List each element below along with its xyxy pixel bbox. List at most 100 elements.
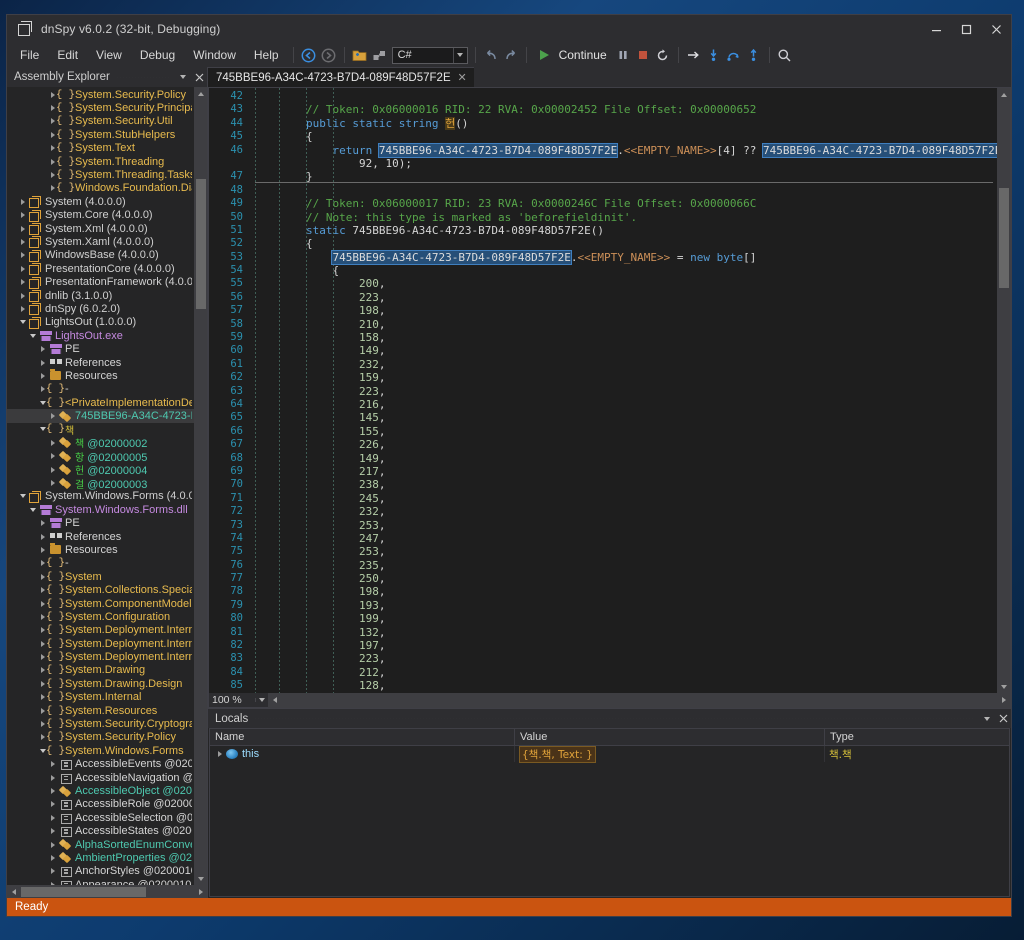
tree-expand-closed-icon[interactable]	[47, 440, 58, 446]
tree-expand-closed-icon[interactable]	[37, 346, 48, 352]
menu-view[interactable]: View	[87, 45, 131, 65]
chevron-down-icon[interactable]	[175, 68, 191, 86]
tree-expand-open-icon[interactable]	[27, 508, 38, 512]
locals-cell-type[interactable]: 책.책	[825, 746, 1009, 762]
tree-expand-closed-icon[interactable]	[47, 788, 58, 794]
tree-expand-closed-icon[interactable]	[17, 212, 28, 218]
tree-item[interactable]: { }System	[7, 570, 194, 583]
editor-scroll-thumb[interactable]	[999, 188, 1009, 288]
tree-expand-closed-icon[interactable]	[17, 306, 28, 312]
tree-expand-closed-icon[interactable]	[47, 480, 58, 486]
chevron-down-icon[interactable]	[979, 710, 995, 728]
tree-item[interactable]: PE	[7, 342, 194, 355]
tree-item[interactable]: System.Xml (4.0.0.0)	[7, 222, 194, 235]
step-into-icon[interactable]	[704, 45, 724, 65]
tree-item[interactable]: WindowsBase (4.0.0.0)	[7, 249, 194, 262]
scroll-right-icon[interactable]	[194, 885, 207, 898]
tree-expand-open-icon[interactable]	[27, 334, 38, 338]
tree-item[interactable]: { }System.Security.Policy	[7, 88, 194, 101]
zoom-level[interactable]: 100 %	[209, 694, 255, 706]
close-icon[interactable]	[191, 68, 207, 86]
navigate-forward-icon[interactable]	[319, 45, 339, 65]
scroll-left-icon[interactable]	[7, 885, 20, 898]
tree-item[interactable]: AlphaSortedEnumConver	[7, 838, 194, 851]
tree-expand-closed-icon[interactable]	[17, 293, 28, 299]
tree-item[interactable]: { }System.Deployment.Internal.I	[7, 637, 194, 650]
tree-item[interactable]: AccessibleSelection @020	[7, 811, 194, 824]
tree-item[interactable]: System.Core (4.0.0.0)	[7, 209, 194, 222]
tree-expand-closed-icon[interactable]	[47, 761, 58, 767]
tree-item[interactable]: System.Windows.Forms.dll	[7, 503, 194, 516]
menu-edit[interactable]: Edit	[48, 45, 87, 65]
tree-expand-closed-icon[interactable]	[47, 467, 58, 473]
tree-expand-closed-icon[interactable]	[47, 828, 58, 834]
tree-expand-closed-icon[interactable]	[47, 868, 58, 874]
tree-expand-closed-icon[interactable]	[17, 239, 28, 245]
open-file-icon[interactable]	[350, 45, 370, 65]
column-header-type[interactable]: Type	[825, 729, 1009, 745]
tree-expand-closed-icon[interactable]	[47, 775, 58, 781]
editor-tab[interactable]: 745BBE96-A34C-4723-B7D4-089F48D57F2E ✕	[208, 67, 474, 87]
maximize-button[interactable]	[951, 15, 981, 43]
scroll-left-icon[interactable]	[268, 694, 281, 707]
scroll-down-icon[interactable]	[997, 680, 1010, 693]
tree-expand-closed-icon[interactable]	[37, 373, 48, 379]
redo-icon[interactable]	[501, 45, 521, 65]
assembly-tree[interactable]: { }System.Security.Policy { }System.Secur…	[7, 87, 194, 885]
editor-vertical-scrollbar[interactable]	[997, 88, 1010, 693]
scroll-right-icon[interactable]	[997, 694, 1010, 707]
tree-item[interactable]: { }System.Security.Util	[7, 115, 194, 128]
tree-expand-closed-icon[interactable]	[47, 413, 58, 419]
close-icon[interactable]	[995, 710, 1011, 728]
step-continue-icon[interactable]	[684, 45, 704, 65]
tree-item[interactable]: { }책	[7, 423, 194, 436]
close-icon[interactable]: ✕	[455, 70, 470, 86]
tree-expand-closed-icon[interactable]	[17, 199, 28, 205]
tree-expand-closed-icon[interactable]	[47, 453, 58, 459]
tree-item[interactable]: { }System.Deployment.Internal.	[7, 624, 194, 637]
step-out-icon[interactable]	[744, 45, 764, 65]
minimize-button[interactable]	[921, 15, 951, 43]
continue-button[interactable]: Continue	[532, 45, 613, 65]
pause-icon[interactable]	[613, 45, 633, 65]
tree-item[interactable]: { }System.StubHelpers	[7, 128, 194, 141]
tree-expand-closed-icon[interactable]	[47, 815, 58, 821]
tree-expand-closed-icon[interactable]	[47, 801, 58, 807]
menu-file[interactable]: File	[11, 45, 48, 65]
tree-expand-closed-icon[interactable]	[47, 855, 58, 861]
tree-item[interactable]: { }System.Text	[7, 142, 194, 155]
tree-item[interactable]: AccessibleStates @020001	[7, 824, 194, 837]
scroll-down-icon[interactable]	[194, 872, 207, 885]
language-select[interactable]: C#	[392, 47, 468, 64]
tree-item[interactable]: Resources	[7, 543, 194, 556]
restart-icon[interactable]	[653, 45, 673, 65]
tree-expand-closed-icon[interactable]	[17, 266, 28, 272]
tree-item[interactable]: { }System.Windows.Forms	[7, 744, 194, 757]
tree-item[interactable]: 헌 @02000004	[7, 463, 194, 476]
column-header-name[interactable]: Name	[210, 729, 515, 745]
tree-item[interactable]: LightsOut.exe	[7, 329, 194, 342]
tree-item[interactable]: { }System.Resources	[7, 704, 194, 717]
tree-item[interactable]: { }System.Drawing	[7, 664, 194, 677]
navigate-back-icon[interactable]	[299, 45, 319, 65]
close-button[interactable]	[981, 15, 1011, 43]
tree-expand-closed-icon[interactable]	[37, 360, 48, 366]
undo-icon[interactable]	[481, 45, 501, 65]
tree-expand-closed-icon[interactable]	[17, 226, 28, 232]
tree-item[interactable]: { }System.Security.Policy	[7, 731, 194, 744]
tree-vertical-scrollbar[interactable]	[194, 87, 207, 885]
open-list-icon[interactable]	[370, 45, 390, 65]
tree-item[interactable]: AccessibleEvents @02000	[7, 758, 194, 771]
search-icon[interactable]	[775, 45, 795, 65]
tree-item[interactable]: PresentationCore (4.0.0.0)	[7, 262, 194, 275]
tree-item[interactable]: PresentationFramework (4.0.0.0)	[7, 275, 194, 288]
tree-item[interactable]: 걸 @02000003	[7, 476, 194, 489]
tree-expand-closed-icon[interactable]	[214, 751, 226, 757]
menu-help[interactable]: Help	[245, 45, 288, 65]
tree-expand-closed-icon[interactable]	[37, 547, 48, 553]
tree-expand-closed-icon[interactable]	[17, 279, 28, 285]
editor-horizontal-scrollbar[interactable]	[268, 693, 1010, 708]
tree-item[interactable]: System.Windows.Forms (4.0.0.0)	[7, 490, 194, 503]
stop-icon[interactable]	[633, 45, 653, 65]
tree-item[interactable]: { }System.ComponentModel	[7, 597, 194, 610]
